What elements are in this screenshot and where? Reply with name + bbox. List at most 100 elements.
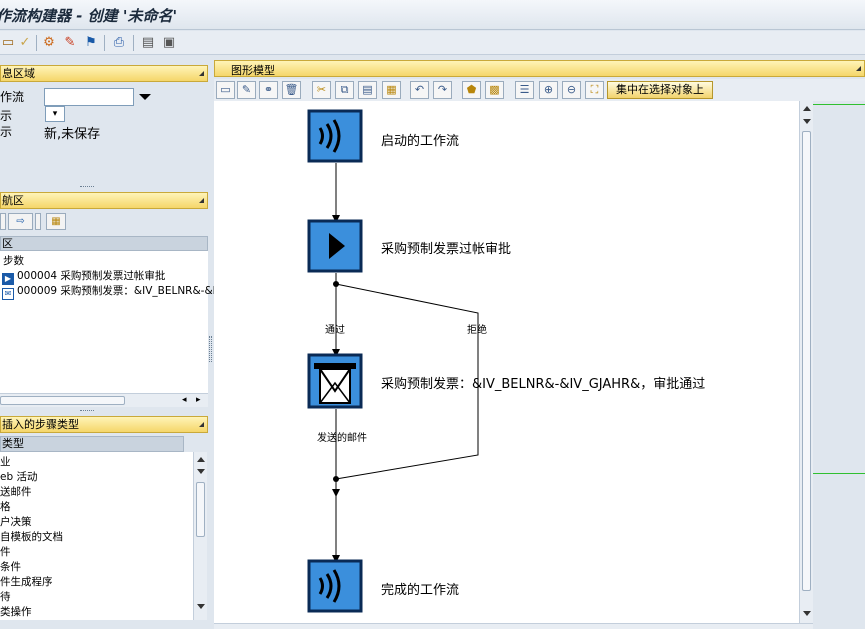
- structure-icon[interactable]: ⚙: [41, 35, 57, 51]
- workflow-input[interactable]: [44, 88, 134, 106]
- list-item[interactable]: 送邮件: [0, 484, 32, 499]
- graph-model-title: 图形模型: [231, 64, 275, 77]
- canvas-horizontal-scrollbar[interactable]: [214, 623, 813, 629]
- zoom-in-icon[interactable]: ⊕: [539, 81, 558, 99]
- collapse-icon[interactable]: [199, 198, 204, 203]
- list-item[interactable]: 自模板的文档: [0, 529, 63, 544]
- workflow-diagram: [307, 109, 479, 613]
- redo-icon[interactable]: ↷: [433, 81, 452, 99]
- fold-icon[interactable]: ⬟: [462, 81, 481, 99]
- merge-point: [333, 476, 339, 482]
- scroll-down-icon[interactable]: [803, 611, 811, 616]
- resize-grip[interactable]: [80, 410, 94, 413]
- window-title: 作流构建器 - 创建 '未命名': [0, 7, 178, 25]
- list-item[interactable]: eb 活动: [0, 469, 37, 484]
- scroll-thumb[interactable]: [196, 482, 205, 537]
- resize-grip[interactable]: [80, 186, 94, 189]
- paste-icon[interactable]: ▤: [358, 81, 377, 99]
- list-item[interactable]: 条件: [0, 559, 21, 574]
- display-label: 示: [0, 109, 13, 123]
- node-end-icon[interactable]: [307, 559, 363, 613]
- node-mail-label: 采购预制发票：&IV_BELNR&-&IV_GJAHR&，审批通过: [381, 377, 706, 392]
- list-item[interactable]: 类操作: [0, 604, 32, 619]
- step-types-scrollbar[interactable]: [193, 452, 207, 620]
- navigation-area-title: 航区: [2, 194, 24, 207]
- graph-toolbar: ▭ ✎ ⚭ 🗑 ✂ ⧉ ▤ ▦ ↶ ↷ ⬟ ▩ ☰ ⊕ ⊖ ⛶ 集中在选择对象上: [214, 79, 865, 101]
- zoom-out-icon[interactable]: ⊖: [562, 81, 581, 99]
- main-toolbar: ▭ ✓ ⚙ ✎ ⚑ ⎙ ▤ ▣: [0, 31, 865, 55]
- edge-sent-label: 发送的邮件: [317, 433, 367, 444]
- collapse-icon[interactable]: [199, 71, 204, 76]
- scroll-down-icon[interactable]: [197, 604, 205, 609]
- nav-left-button[interactable]: [0, 213, 6, 230]
- tree-row-label: 步数: [3, 255, 24, 267]
- nav-tree-button[interactable]: ▦: [46, 213, 66, 230]
- workflow-label: 作流: [0, 90, 25, 104]
- scroll-left-icon[interactable]: ◂: [182, 395, 187, 405]
- status-label: 示: [0, 125, 13, 139]
- delete-icon[interactable]: 🗑: [282, 81, 301, 99]
- list-item[interactable]: 户决策: [0, 514, 32, 529]
- nav-forward-button[interactable]: ⇨: [8, 213, 33, 230]
- graph-model-header[interactable]: 图形模型: [214, 60, 865, 77]
- fit-icon[interactable]: ⛶: [585, 81, 604, 99]
- center-on-selection-button[interactable]: 集中在选择对象上: [607, 81, 713, 99]
- node-mail-icon[interactable]: [307, 353, 363, 409]
- scroll-thumb[interactable]: [0, 396, 125, 405]
- copy-icon[interactable]: ⧉: [335, 81, 354, 99]
- node-approval-label: 采购预制发票过帐审批: [381, 242, 512, 257]
- window-icon[interactable]: ▣: [161, 35, 177, 51]
- info-area-header[interactable]: 息区域: [0, 65, 208, 82]
- edit-icon[interactable]: ✎: [237, 81, 256, 99]
- tree-horizontal-scrollbar[interactable]: ◂ ▸: [0, 393, 208, 407]
- step-types-header[interactable]: 插入的步骤类型: [0, 416, 208, 433]
- nav-dropdown-button[interactable]: [35, 213, 41, 230]
- collapse-icon[interactable]: [199, 422, 204, 427]
- arrange-icon[interactable]: ▦: [382, 81, 401, 99]
- flag-icon[interactable]: ⚑: [83, 35, 99, 51]
- magic-wand-icon[interactable]: ✎: [62, 35, 78, 51]
- list-item[interactable]: 件: [0, 544, 11, 559]
- cut-icon[interactable]: ✂: [312, 81, 331, 99]
- workflow-dropdown-icon[interactable]: [139, 94, 151, 100]
- tree-column-header: 区: [0, 236, 208, 251]
- new-doc-icon[interactable]: ▭: [0, 35, 16, 51]
- scroll-right-icon[interactable]: ▸: [196, 395, 201, 405]
- node-approval-icon[interactable]: [307, 219, 363, 273]
- graph-canvas[interactable]: 启动的工作流 采购预制发票过帐审批 采购预制发票：&IV_BELNR&-&IV_…: [214, 101, 802, 623]
- check-icon[interactable]: ✓: [17, 35, 33, 51]
- overview-viewport-bottom: [813, 473, 865, 474]
- scroll-down-icon[interactable]: [803, 119, 811, 124]
- pane-splitter[interactable]: [209, 336, 212, 362]
- scroll-up-icon[interactable]: [803, 106, 811, 111]
- navigation-toolbar: ⇨ ▦: [0, 211, 208, 233]
- tree-row-label: 000004 采购预制发票过帐审批: [17, 270, 166, 282]
- mail-icon: ✉: [2, 288, 14, 300]
- toolbar-separator: [104, 35, 105, 51]
- tree-row[interactable]: ✉ 000009 采购预制发票：&IV_BELNR&-&IV: [2, 283, 223, 300]
- new-icon[interactable]: ▭: [216, 81, 235, 99]
- layout-icon[interactable]: ▤: [140, 35, 156, 51]
- scroll-thumb[interactable]: [802, 131, 811, 591]
- list-item[interactable]: 业: [0, 454, 11, 469]
- tree-row[interactable]: 步数: [3, 253, 24, 268]
- tree-row-label: 000009 采购预制发票：&IV_BELNR&-&IV: [17, 285, 223, 297]
- collapse-icon[interactable]: [856, 66, 861, 71]
- branch-point: [333, 281, 339, 287]
- list-item[interactable]: 格: [0, 499, 11, 514]
- print-icon[interactable]: ⎙: [111, 35, 127, 51]
- list-item[interactable]: 件生成程序: [0, 574, 53, 589]
- canvas-vertical-scrollbar[interactable]: [799, 101, 813, 623]
- overview-panel[interactable]: [813, 101, 865, 629]
- display-dropdown[interactable]: ▾: [45, 106, 65, 122]
- node-start-icon[interactable]: [307, 109, 363, 163]
- undo-icon[interactable]: ↶: [410, 81, 429, 99]
- link-icon[interactable]: ⚭: [259, 81, 278, 99]
- outline-icon[interactable]: ☰: [515, 81, 534, 99]
- scroll-up-icon[interactable]: [197, 457, 205, 462]
- group-icon[interactable]: ▩: [485, 81, 504, 99]
- scroll-down-icon[interactable]: [197, 469, 205, 474]
- navigation-area-header[interactable]: 航区: [0, 192, 208, 209]
- list-item[interactable]: 待: [0, 589, 11, 604]
- toolbar-separator: [36, 35, 37, 51]
